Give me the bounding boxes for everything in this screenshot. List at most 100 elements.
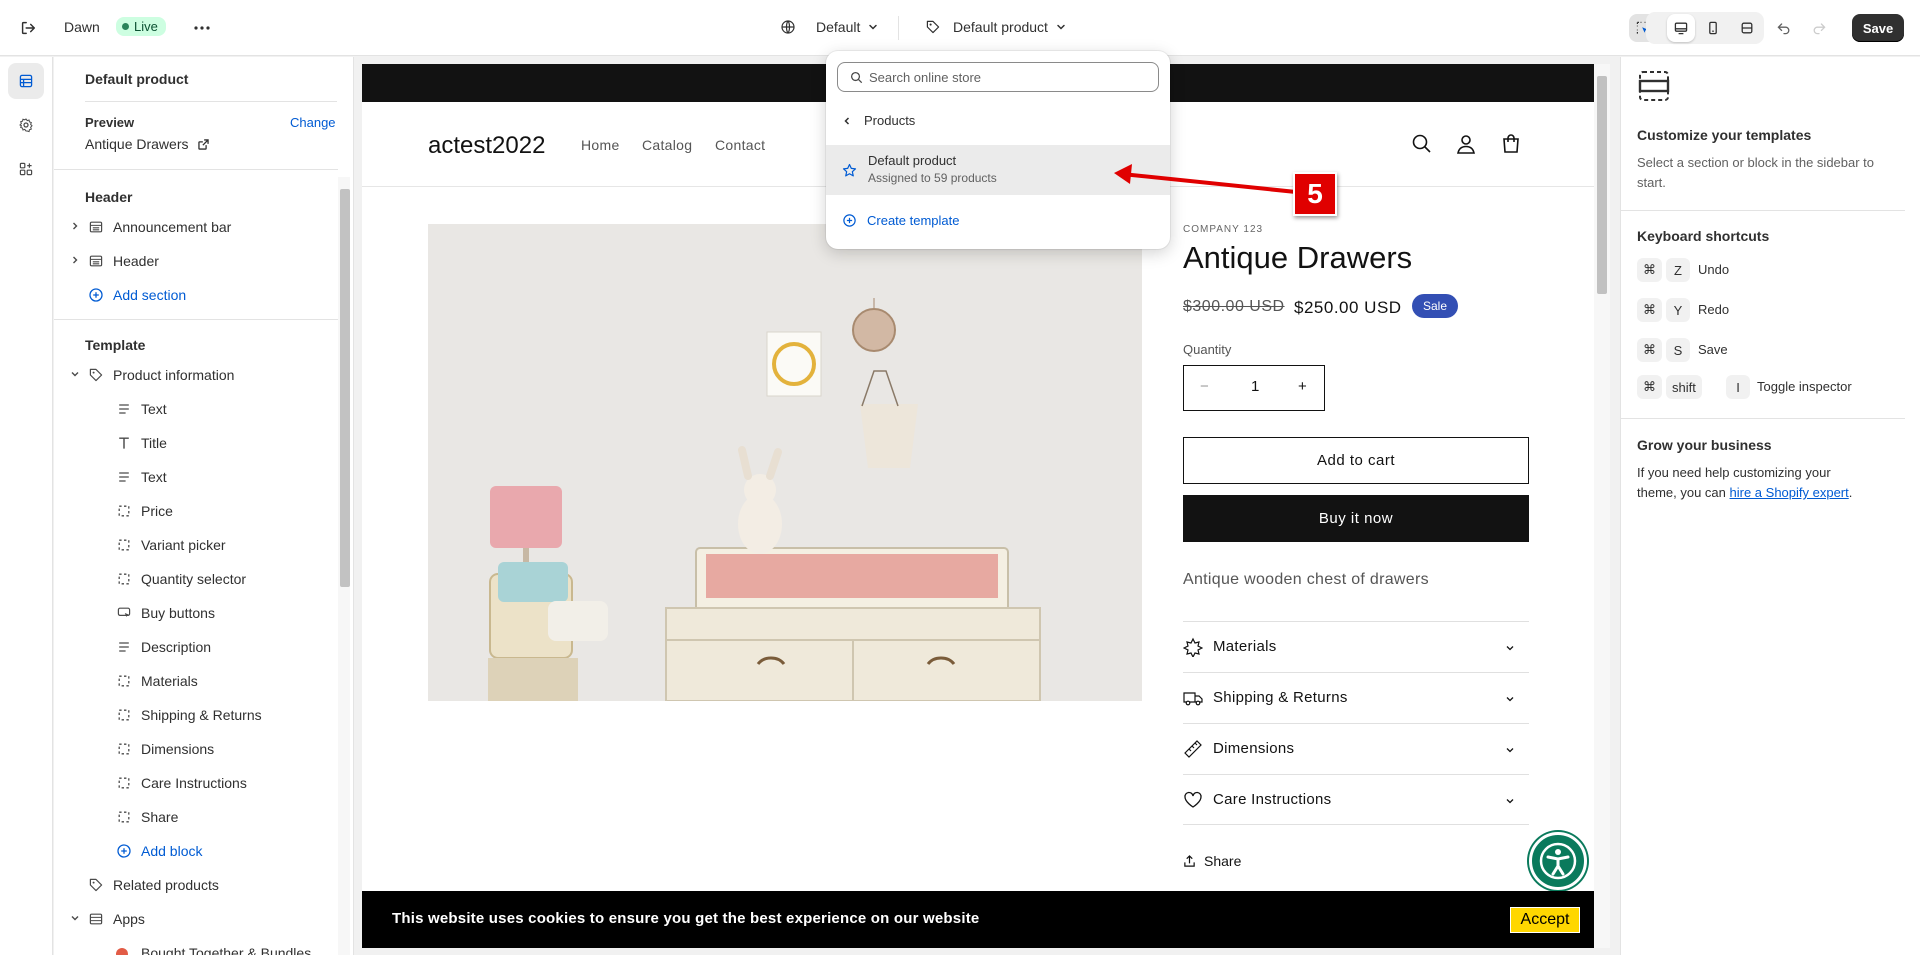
sidebar-item-label: Product information [113,367,235,383]
add-section-button[interactable]: Add section [54,278,338,312]
accessibility-icon[interactable] [1529,832,1587,890]
account-icon[interactable] [1455,133,1477,155]
sidebar-scrollbar-thumb[interactable] [340,189,350,587]
block-buy-buttons[interactable]: Buy buttons [54,596,338,630]
back-to-products[interactable]: Products [842,113,915,128]
share-label: Share [1204,853,1242,869]
block-text[interactable]: Text [54,460,338,494]
section-icon [89,913,103,925]
search-icon[interactable] [1411,133,1433,155]
quantity-minus-icon[interactable]: − [1200,378,1209,395]
create-template-label: Create template [867,213,960,228]
mobile-icon[interactable] [1699,14,1727,42]
add-to-cart-button[interactable]: Add to cart [1183,437,1529,484]
chevron-down-icon [869,24,878,30]
nav-catalog[interactable]: Catalog [642,137,692,153]
heart-icon [1184,791,1202,808]
dashed-square-icon [118,777,130,789]
desktop-icon[interactable] [1667,14,1695,42]
block-share[interactable]: Share [54,800,338,834]
quantity-plus-icon[interactable]: + [1298,378,1307,395]
accordion-dimensions[interactable]: Dimensions [1183,723,1529,774]
cart-icon[interactable] [1500,133,1522,155]
hire-expert-link[interactable]: hire a Shopify expert [1730,485,1849,500]
more-horizontal-icon[interactable] [188,14,216,42]
block-label: Buy buttons [141,605,215,621]
create-template-button[interactable]: Create template [842,213,960,228]
block-variant-picker[interactable]: Variant picker [54,528,338,562]
sections-icon[interactable] [8,63,44,99]
chevron-down-icon [1506,799,1514,804]
shortcut-label: Save [1698,342,1728,357]
share-button[interactable]: Share [1183,853,1241,869]
text-lines-icon [119,642,129,652]
sidebar-item-header[interactable]: Header [54,244,338,278]
template-dropdown[interactable]: Default product [925,19,1066,35]
save-button[interactable]: Save [1852,14,1904,42]
preview-scrollbar-thumb[interactable] [1597,76,1607,294]
block-label: Quantity selector [141,571,247,587]
preview-label: Preview [85,115,135,130]
nav-contact[interactable]: Contact [715,137,765,153]
apps-icon[interactable] [8,151,44,187]
sidebar-item-apps[interactable]: Apps [54,902,338,936]
product-vendor: COMPANY 123 [1183,224,1264,235]
grow-text-end: . [1848,485,1853,500]
add-block-button[interactable]: Add block [54,834,338,868]
shortcut-key: shift [1666,375,1702,399]
redo-icon[interactable] [1805,14,1833,42]
product-image[interactable] [428,224,1142,701]
undo-icon[interactable] [1770,14,1798,42]
nav-home[interactable]: Home [581,137,620,153]
sidebar-item-product-information[interactable]: Product information [54,358,338,392]
exit-icon[interactable] [14,14,42,42]
sidebar-divider [54,319,338,320]
cookie-accept-button[interactable]: Accept [1510,907,1580,933]
search-field[interactable] [837,62,1159,92]
accordion-care-instructions[interactable]: Care Instructions [1183,774,1529,825]
fullscreen-icon[interactable] [1733,14,1761,42]
block-label: Shipping & Returns [141,707,262,723]
accordion-label: Materials [1213,638,1277,655]
block-price[interactable]: Price [54,494,338,528]
app-logo-icon [116,948,128,955]
top-bar: Dawn Live Default Default product Save [0,0,1920,56]
star-icon [842,163,857,177]
buy-now-button[interactable]: Buy it now [1183,495,1529,542]
shortcut-key: I [1726,375,1750,399]
quantity-stepper[interactable]: − 1 + [1183,365,1325,411]
sidebar-item-announcement-bar[interactable]: Announcement bar [54,210,338,244]
block-description[interactable]: Description [54,630,338,664]
block-shipping-returns[interactable]: Shipping & Returns [54,698,338,732]
command-key-icon: ⌘ [1637,298,1662,322]
block-title[interactable]: Title [54,426,338,460]
change-preview-link[interactable]: Change [290,115,336,130]
shortcut-label: Redo [1698,302,1730,317]
block-text[interactable]: Text [54,392,338,426]
accordion-materials[interactable]: Materials [1183,621,1529,672]
block-dimensions[interactable]: Dimensions [54,732,338,766]
shortcuts-title: Keyboard shortcuts [1637,228,1770,244]
quantity-value[interactable]: 1 [1251,378,1259,395]
sidebar-item-related-products[interactable]: Related products [54,868,338,902]
block-materials[interactable]: Materials [54,664,338,698]
block-care-instructions[interactable]: Care Instructions [54,766,338,800]
grow-text-block: If you need help customizing your theme,… [1637,463,1867,503]
annotation-arrow-icon [1114,164,1297,194]
block-label: Variant picker [141,537,226,553]
block-quantity-selector[interactable]: Quantity selector [54,562,338,596]
accordion-shipping-returns[interactable]: Shipping & Returns [1183,672,1529,723]
section-icon [89,221,103,233]
settings-gear-icon[interactable] [8,107,44,143]
sale-badge: Sale [1412,294,1459,318]
right-panel: Customize your templates Select a sectio… [1620,57,1920,955]
preview-product-link[interactable]: Antique Drawers [85,136,210,152]
app-block-item[interactable]: Bought Together & Bundles [54,936,338,955]
block-label: Price [141,503,173,519]
chevron-down-icon [71,372,79,377]
tag-icon [926,20,940,34]
search-input[interactable] [869,69,1149,85]
store-logo[interactable]: actest2022 [428,132,545,160]
sidebar-divider [85,101,337,102]
locale-dropdown[interactable]: Default [780,19,878,35]
